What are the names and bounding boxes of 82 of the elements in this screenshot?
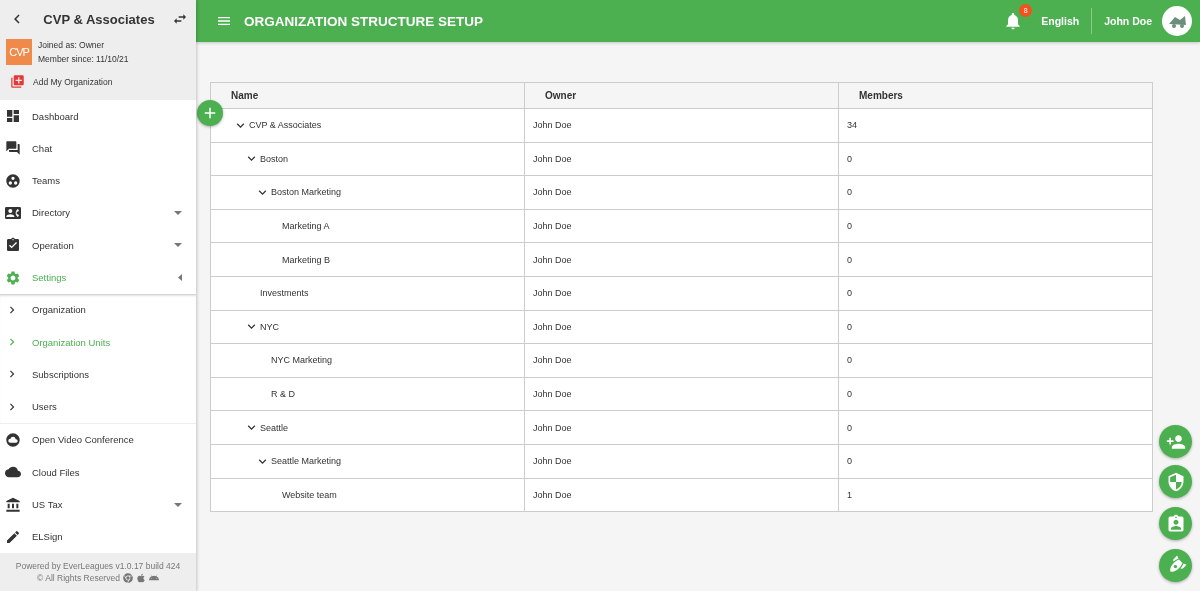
unit-name: R & D xyxy=(271,389,295,400)
powered-by-text: Powered by EverLeagues v1.0.17 build 424 xyxy=(15,561,181,571)
chat-icon xyxy=(5,140,21,157)
unit-name: Marketing B xyxy=(282,254,331,265)
dashboard-icon xyxy=(5,108,21,125)
rocket-button[interactable] xyxy=(1159,549,1192,582)
sidebar-item[interactable]: ELSign xyxy=(0,520,196,553)
sidebar-item[interactable]: Open Video Conference xyxy=(0,423,196,457)
sidebar-subitem[interactable]: Organization xyxy=(0,293,196,326)
android-icon[interactable] xyxy=(148,573,159,583)
apple-icon[interactable] xyxy=(135,573,146,583)
owner-cell: John Doe xyxy=(524,444,839,479)
add-person-button[interactable] xyxy=(1159,425,1192,458)
members-cell: 0 xyxy=(838,209,1153,243)
members-cell: 0 xyxy=(838,310,1153,344)
owner-cell: John Doe xyxy=(524,310,839,344)
unit-name: Website team xyxy=(282,489,337,500)
role-text: Joined as: Owner xyxy=(38,39,106,52)
owner-cell: John Doe xyxy=(524,142,839,176)
members-cell: 1 xyxy=(838,478,1153,512)
unit-name: Marketing A xyxy=(282,221,330,232)
owner-cell: John Doe xyxy=(524,276,839,311)
unit-name: Seattle Marketing xyxy=(271,456,342,467)
owner-cell: John Doe xyxy=(524,343,839,378)
members-cell: 0 xyxy=(838,175,1153,210)
id-badge-button[interactable] xyxy=(1159,507,1192,540)
unit-name: Seattle xyxy=(260,422,289,433)
sidebar-item[interactable]: Directory xyxy=(0,196,196,230)
member-since-text: Member since: 11/10/21 xyxy=(38,53,129,66)
pencil-icon xyxy=(5,528,21,545)
owner-cell: John Doe xyxy=(524,175,839,210)
chrome-icon[interactable] xyxy=(122,573,133,583)
dropdown-caret-icon xyxy=(174,502,182,507)
sidebar-subitem[interactable]: Users xyxy=(0,390,196,423)
unit-name: NYC xyxy=(260,321,279,332)
owner-cell: John Doe xyxy=(524,242,839,277)
avatar[interactable] xyxy=(1162,6,1192,36)
settings-icon xyxy=(5,269,21,286)
column-header: Name xyxy=(210,82,525,109)
unit-name: NYC Marketing xyxy=(271,355,333,366)
sidebar-item[interactable]: Teams xyxy=(0,164,196,197)
members-cell: 0 xyxy=(838,242,1153,277)
cloud-icon xyxy=(5,432,21,448)
sidebar-item[interactable]: Chat xyxy=(0,132,196,165)
unit-name: CVP & Associates xyxy=(249,120,322,131)
owner-cell: John Doe xyxy=(524,478,839,512)
members-cell: 0 xyxy=(838,343,1153,378)
bank-icon xyxy=(5,496,21,513)
unit-name: Boston Marketing xyxy=(271,187,342,198)
group-icon xyxy=(5,172,21,189)
page-title: ORGANIZATION STRUCTURE SETUP xyxy=(244,13,484,29)
owner-cell: John Doe xyxy=(524,410,839,445)
members-cell: 0 xyxy=(838,444,1153,479)
members-cell: 0 xyxy=(838,142,1153,176)
unit-name: Investments xyxy=(260,288,309,299)
members-cell: 0 xyxy=(838,377,1153,411)
sidebar-item[interactable]: Dashboard xyxy=(0,99,196,133)
clipboard-check-icon xyxy=(5,237,21,254)
sidebar-item[interactable]: Cloud Files xyxy=(0,456,196,489)
organization-name: CVP & Associates xyxy=(43,11,155,27)
dropdown-caret-icon xyxy=(174,210,182,215)
dropdown-caret-icon xyxy=(174,243,182,248)
sidebar-subitem[interactable]: Subscriptions xyxy=(0,358,196,391)
owner-cell: John Doe xyxy=(524,209,839,243)
column-header: Owner xyxy=(524,82,839,109)
add-box-icon xyxy=(10,74,25,89)
members-cell: 0 xyxy=(838,276,1153,311)
members-cell: 34 xyxy=(838,108,1153,143)
copyright-text: © All Rights Reserved xyxy=(37,573,120,583)
owner-cell: John Doe xyxy=(524,377,839,411)
unit-name: Boston xyxy=(260,153,289,164)
owner-cell: John Doe xyxy=(524,108,839,143)
shield-button[interactable] xyxy=(1159,465,1192,498)
add-organization-link[interactable]: Add My Organization xyxy=(10,74,188,89)
sidebar-item[interactable]: US Tax xyxy=(0,488,196,521)
sidebar-item[interactable]: Operation xyxy=(0,229,196,262)
members-cell: 0 xyxy=(838,410,1153,445)
organization-logo: CVP xyxy=(6,39,32,65)
contact-card-icon xyxy=(5,204,21,221)
collapse-caret-icon xyxy=(178,274,182,281)
column-header: Members xyxy=(838,82,1153,109)
add-button[interactable] xyxy=(197,100,223,126)
